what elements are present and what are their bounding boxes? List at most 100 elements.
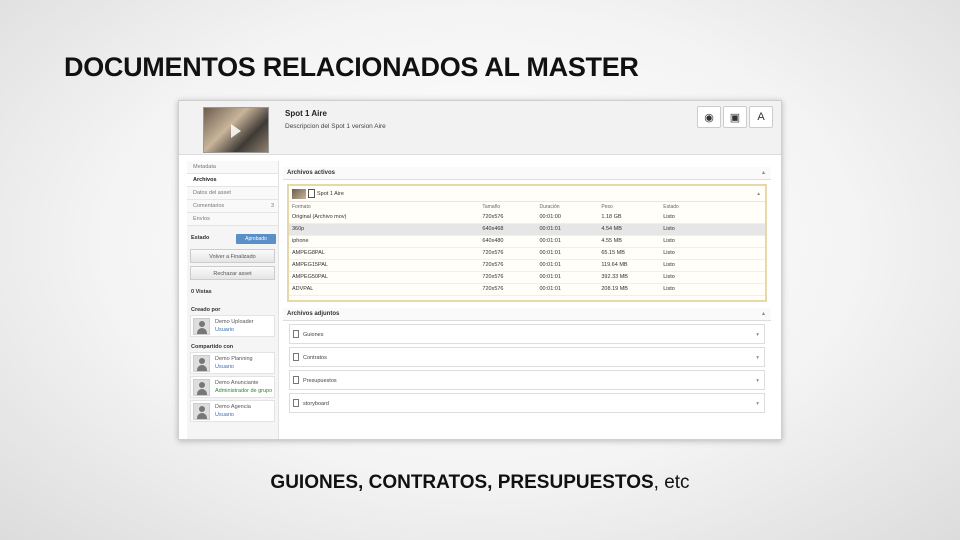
asset-description: Descripcion del Spot 1 version Aire [285, 123, 386, 130]
user-card[interactable]: Demo Uploader Usuario [190, 315, 275, 337]
attachment-folder[interactable]: Presupuestos ▾ [289, 370, 765, 390]
attachment-folder[interactable]: Contratos ▾ [289, 347, 765, 367]
user-card[interactable]: Demo Planning Usuario [190, 352, 275, 374]
attachment-folder[interactable]: Guiones ▾ [289, 324, 765, 344]
table-cell: 1.18 GB [598, 211, 661, 224]
table-row[interactable]: AMPEG8PAL 720x576 00:01:01 65.15 MB Listo [289, 247, 765, 260]
user-name: Demo Planning [215, 356, 253, 362]
table-cell: 720x576 [479, 247, 537, 260]
user-role: Administrador de grupo [215, 388, 273, 394]
eye-button[interactable]: ◉ [697, 106, 721, 128]
chevron-up-icon: ▴ [757, 191, 760, 197]
table-cell: 4.55 MB [598, 235, 661, 248]
play-icon [231, 124, 241, 138]
rechazar-asset-button[interactable]: Rechazar asset [190, 266, 275, 280]
tab-archivos[interactable]: Archivos [187, 174, 278, 187]
tab-label: Comentarios [193, 203, 225, 209]
user-name: Demo Uploader [215, 319, 254, 325]
table-cell: 720x576 [479, 211, 537, 224]
broadcast-button[interactable]: A [749, 106, 773, 128]
table-cell: 00:01:01 [536, 271, 599, 284]
table-cell: AMPEG8PAL [289, 247, 480, 260]
table-cell: 640x468 [479, 223, 537, 236]
table-row[interactable]: ADVPAL 720x576 00:01:01 208.19 MB Listo [289, 283, 765, 296]
file-group-title: Spot 1 Aire [317, 191, 344, 197]
document-icon [293, 330, 299, 338]
avatar [193, 318, 210, 335]
volver-finalizado-button[interactable]: Volver a Finalizado [190, 249, 275, 263]
document-icon [293, 353, 299, 361]
tab-label: Metadata [193, 164, 216, 170]
attachment-folder[interactable]: storyboard ▾ [289, 393, 765, 413]
sidebar: Metadata Archivos Datos del asset Coment… [187, 161, 279, 439]
table-cell: AMPEG50PAL [289, 271, 480, 284]
files-table: Formato Tamaño Duración Peso Estado Orig… [289, 202, 765, 296]
chevron-up-icon: ▴ [761, 170, 765, 176]
table-cell: 720x576 [479, 259, 537, 272]
table-row[interactable]: AMPEG50PAL 720x576 00:01:01 392.33 MB Listo [289, 271, 765, 284]
table-cell: Listo [660, 247, 765, 260]
column-header: Peso [601, 203, 613, 210]
document-icon [293, 399, 299, 407]
shared-with-label: Compartido con [191, 344, 234, 350]
section-title: Archivos adjuntos [287, 311, 340, 317]
column-header: Duración [539, 203, 560, 210]
broadcast-tower-icon: A [757, 111, 765, 123]
tab-metadata[interactable]: Metadata [187, 161, 278, 174]
table-cell: Listo [660, 283, 765, 296]
table-row[interactable]: iphone 640x480 00:01:01 4.55 MB Listo [289, 235, 765, 248]
table-cell: 00:01:01 [536, 259, 599, 272]
avatar [193, 355, 210, 372]
chevron-down-icon: ▾ [756, 378, 759, 384]
footer-bold: GUIONES, CONTRATOS, PRESUPUESTOS [270, 472, 654, 493]
section-title: Archivos activos [287, 170, 336, 176]
table-cell: 00:01:01 [536, 235, 599, 248]
chevron-down-icon: ▾ [756, 332, 759, 338]
asset-title: Spot 1 Aire [285, 109, 327, 118]
briefcase-button[interactable]: ▣ [723, 106, 747, 128]
tab-envios[interactable]: Envíos [187, 213, 278, 226]
app-screenshot: Spot 1 Aire Descripcion del Spot 1 versi… [178, 100, 782, 440]
tab-comentarios[interactable]: Comentarios 3 [187, 200, 278, 213]
active-files-header[interactable]: Archivos activos ▴ [283, 167, 771, 180]
tab-datos-del-asset[interactable]: Datos del asset [187, 187, 278, 200]
created-by-label: Creado por [191, 307, 221, 313]
video-thumbnail [292, 189, 306, 199]
film-icon [308, 189, 315, 198]
table-cell: Listo [660, 211, 765, 224]
tab-label: Envíos [193, 216, 210, 222]
table-cell: 360p [289, 223, 480, 236]
user-name: Demo Anunciante [215, 380, 259, 386]
table-cell: 00:01:01 [536, 223, 599, 236]
attachment-label: Guiones [303, 332, 324, 338]
status-badge: Aprobado [236, 234, 276, 244]
attached-files-header[interactable]: Archivos adjuntos ▴ [283, 308, 771, 321]
table-row[interactable]: 360p 640x468 00:01:01 4.54 MB Listo [289, 223, 765, 236]
user-role: Usuario [215, 364, 234, 370]
table-row[interactable]: Original (Archivo mov) 720x576 00:01:00 1.1… [289, 211, 765, 224]
table-cell: 720x576 [479, 271, 537, 284]
table-cell: Listo [660, 259, 765, 272]
avatar [193, 403, 210, 420]
chevron-down-icon: ▾ [756, 401, 759, 407]
table-row[interactable]: AMPEG15PAL 720x576 00:01:01 119.64 MB Listo [289, 259, 765, 272]
table-cell: iphone [289, 235, 480, 248]
column-header: Estado [663, 203, 679, 210]
comment-count-badge: 3 [270, 203, 274, 209]
user-card[interactable]: Demo Anunciante Administrador de grupo [190, 376, 275, 398]
main-panel: Archivos activos ▴ Spot 1 Aire ▴ Formato… [283, 161, 771, 439]
table-cell: 00:01:01 [536, 283, 599, 296]
file-group-header[interactable]: Spot 1 Aire ▴ [289, 186, 765, 202]
tab-label: Archivos [193, 177, 217, 183]
chevron-up-icon: ▴ [761, 311, 765, 317]
views-count: 0 Vistas [191, 289, 212, 295]
slide-footer: GUIONES, CONTRATOS, PRESUPUESTOS, etc [0, 472, 960, 494]
user-card[interactable]: Demo Agencia Usuario [190, 400, 275, 422]
video-thumbnail[interactable] [203, 107, 269, 153]
table-cell: Original (Archivo mov) [289, 211, 480, 224]
attachment-label: storyboard [303, 401, 329, 407]
slide-title: DOCUMENTOS RELACIONADOS AL MASTER [64, 52, 639, 82]
table-cell: 00:01:01 [536, 247, 599, 260]
table-cell: 4.54 MB [598, 223, 661, 236]
table-cell: 640x480 [479, 235, 537, 248]
